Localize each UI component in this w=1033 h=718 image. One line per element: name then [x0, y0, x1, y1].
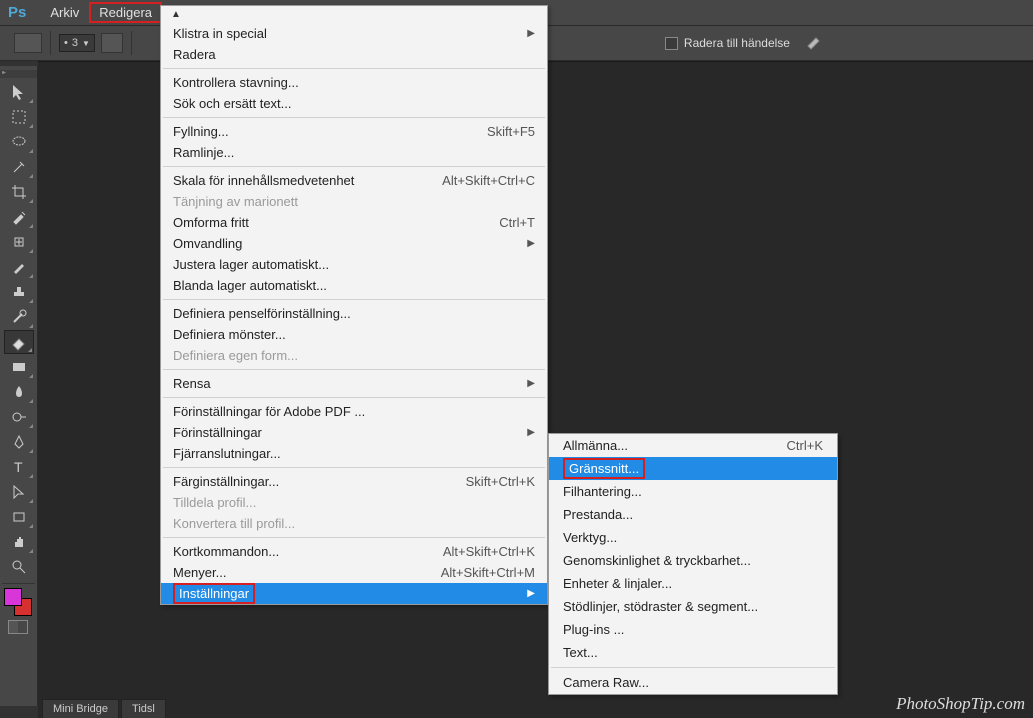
panel-handle[interactable]: [0, 70, 37, 78]
zoom-tool[interactable]: [4, 555, 34, 579]
menu-item-kortkommandon-[interactable]: Kortkommandon...Alt+Skift+Ctrl+K: [161, 541, 547, 562]
quickmask-toggle[interactable]: [8, 620, 28, 634]
menu-item-definiera-penself-rinst-llning-[interactable]: Definiera penselförinställning...: [161, 303, 547, 324]
color-swatches[interactable]: [4, 588, 32, 616]
menu-item-konvertera-till-profil-: Konvertera till profil...: [161, 513, 547, 534]
tool-preset-icon[interactable]: [14, 33, 42, 53]
menu-item-fyllning-[interactable]: Fyllning...Skift+F5: [161, 121, 547, 142]
checkbox-box[interactable]: [665, 37, 678, 50]
pen-tool[interactable]: [4, 430, 34, 454]
type-tool[interactable]: T: [4, 455, 34, 479]
tools-panel: T: [0, 66, 38, 706]
menu-item-blanda-lager-automatiskt-[interactable]: Blanda lager automatiskt...: [161, 275, 547, 296]
eyedropper-tool[interactable]: [4, 205, 34, 229]
shape-tool[interactable]: [4, 505, 34, 529]
submenu-item-genomskinlighet-tryckbarhet-[interactable]: Genomskinlighet & tryckbarhet...: [549, 549, 837, 572]
watermark: PhotoShopTip.com: [896, 694, 1025, 714]
submenu-item-camera-raw-[interactable]: Camera Raw...: [549, 671, 837, 694]
redigera-dropdown: ▲ Klistra in special▶Radera Kontrollera s…: [160, 5, 548, 605]
submenu-item-verktyg-[interactable]: Verktyg...: [549, 526, 837, 549]
menu-item-rensa[interactable]: Rensa▶: [161, 373, 547, 394]
path-select-tool[interactable]: [4, 480, 34, 504]
healing-tool[interactable]: [4, 230, 34, 254]
move-tool[interactable]: [4, 80, 34, 104]
menu-item-omforma-fritt[interactable]: Omforma frittCtrl+T: [161, 212, 547, 233]
menu-item-definiera-m-nster-[interactable]: Definiera mönster...: [161, 324, 547, 345]
menu-item-omvandling[interactable]: Omvandling▶: [161, 233, 547, 254]
submenu-item-enheter-linjaler-[interactable]: Enheter & linjaler...: [549, 572, 837, 595]
submenu-item-filhantering-[interactable]: Filhantering...: [549, 480, 837, 503]
brush-panel-toggle[interactable]: [101, 33, 123, 53]
menu-item-skala-f-r-inneh-llsmedvetenhet[interactable]: Skala för innehållsmedvetenhetAlt+Skift+…: [161, 170, 547, 191]
menu-item-f-rinst-llningar-f-r-adobe-pdf-[interactable]: Förinställningar för Adobe PDF ...: [161, 401, 547, 422]
menu-item-menyer-[interactable]: Menyer...Alt+Skift+Ctrl+M: [161, 562, 547, 583]
bottom-tabs: Mini Bridge Tidsl: [42, 699, 166, 718]
brush-tool[interactable]: [4, 255, 34, 279]
scroll-up-arrow[interactable]: ▲: [161, 6, 547, 23]
submenu-item-text-[interactable]: Text...: [549, 641, 837, 664]
tab-mini-bridge[interactable]: Mini Bridge: [42, 699, 119, 718]
menu-item-inst-llningar[interactable]: Inställningar▶: [161, 583, 547, 604]
menu-item-f-rinst-llningar[interactable]: Förinställningar▶: [161, 422, 547, 443]
ps-logo: Ps: [8, 4, 26, 21]
eraser-tool[interactable]: [4, 330, 34, 354]
crop-tool[interactable]: [4, 180, 34, 204]
menu-item-fj-rranslutningar-[interactable]: Fjärranslutningar...: [161, 443, 547, 464]
submenu-item-allm-nna-[interactable]: Allmänna...Ctrl+K: [549, 434, 837, 457]
menu-item-tilldela-profil-: Tilldela profil...: [161, 492, 547, 513]
menu-item-justera-lager-automatiskt-[interactable]: Justera lager automatiskt...: [161, 254, 547, 275]
marquee-tool[interactable]: [4, 105, 34, 129]
menu-item-f-rginst-llningar-[interactable]: Färginställningar...Skift+Ctrl+K: [161, 471, 547, 492]
submenu-item-plug-ins-[interactable]: Plug-ins ...: [549, 618, 837, 641]
lasso-tool[interactable]: [4, 130, 34, 154]
menu-item-t-njning-av-marionett: Tänjning av marionett: [161, 191, 547, 212]
erase-to-history-checkbox[interactable]: Radera till händelse: [665, 36, 824, 50]
menu-item-s-k-och-ers-tt-text-[interactable]: Sök och ersätt text...: [161, 93, 547, 114]
submenu-item-gr-nssnitt-[interactable]: Gränssnitt...: [549, 457, 837, 480]
menu-item-klistra-in-special[interactable]: Klistra in special▶: [161, 23, 547, 44]
menu-item-kontrollera-stavning-[interactable]: Kontrollera stavning...: [161, 72, 547, 93]
gradient-tool[interactable]: [4, 355, 34, 379]
menu-item-definiera-egen-form-: Definiera egen form...: [161, 345, 547, 366]
foreground-color[interactable]: [4, 588, 22, 606]
brush-size-field[interactable]: •3▼: [59, 34, 95, 52]
history-brush-icon: [806, 36, 824, 50]
menu-item-radera[interactable]: Radera: [161, 44, 547, 65]
history-brush-tool[interactable]: [4, 305, 34, 329]
menu-item-ramlinje-[interactable]: Ramlinje...: [161, 142, 547, 163]
installningar-submenu: Allmänna...Ctrl+KGränssnitt...Filhanteri…: [548, 433, 838, 695]
menu-redigera[interactable]: Redigera: [89, 2, 162, 23]
stamp-tool[interactable]: [4, 280, 34, 304]
wand-tool[interactable]: [4, 155, 34, 179]
tab-timeline[interactable]: Tidsl: [121, 699, 166, 718]
checkbox-label: Radera till händelse: [684, 36, 790, 50]
submenu-item-st-dlinjer-st-draster-segment-[interactable]: Stödlinjer, stödraster & segment...: [549, 595, 837, 618]
dodge-tool[interactable]: [4, 405, 34, 429]
hand-tool[interactable]: [4, 530, 34, 554]
submenu-item-prestanda-[interactable]: Prestanda...: [549, 503, 837, 526]
menu-arkiv[interactable]: Arkiv: [40, 2, 89, 23]
blur-tool[interactable]: [4, 380, 34, 404]
svg-text:T: T: [14, 459, 23, 475]
